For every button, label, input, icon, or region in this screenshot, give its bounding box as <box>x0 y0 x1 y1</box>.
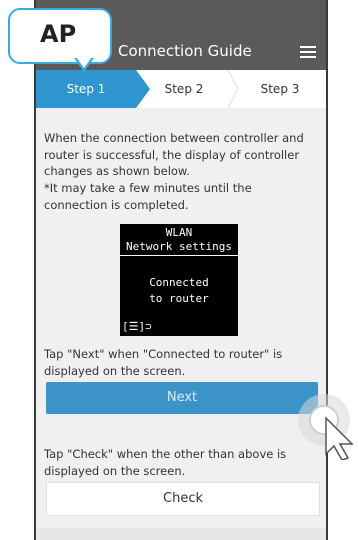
check-button[interactable]: Check <box>46 482 320 516</box>
ap-badge-tail-inner <box>76 57 92 68</box>
instructions: When the connection between controller a… <box>44 130 316 213</box>
step-1: Step 1 <box>36 70 150 108</box>
controller-display: WLAN Network settings Connected to route… <box>120 224 238 336</box>
check-instruction: Tap "Check" when the other than above is… <box>44 447 287 478</box>
app-screen: < Connection Guide Step 1 Step 2 Step 3 … <box>34 0 328 540</box>
step-3-label: Step 3 <box>260 82 300 96</box>
instruction-text: When the connection between controller a… <box>44 131 304 179</box>
step-2-label: Step 2 <box>164 82 204 96</box>
lcd-line-1: WLAN <box>165 226 193 239</box>
lcd-line-4: to router <box>149 292 209 305</box>
step-3: Step 3 <box>232 70 326 108</box>
bottom-bar <box>36 528 326 540</box>
next-button[interactable]: Next <box>46 382 318 414</box>
page-title: Connection Guide <box>118 42 252 60</box>
ap-badge-label: AP <box>40 20 77 48</box>
touch-pointer-icon <box>298 394 354 460</box>
lcd-line-2: Network settings <box>120 240 238 256</box>
ap-badge: AP <box>8 8 112 64</box>
note-text: *It may take a few minutes until the con… <box>44 181 252 212</box>
lcd-line-5: [☰]⊃ <box>122 320 152 333</box>
lcd-line-3: Connected <box>149 276 209 289</box>
next-instruction: Tap "Next" when "Connected to router" is… <box>44 347 283 378</box>
step-indicator: Step 1 Step 2 Step 3 <box>36 70 326 108</box>
hamburger-menu-icon[interactable] <box>300 46 316 58</box>
step-1-label: Step 1 <box>66 82 106 96</box>
step-2: Step 2 <box>136 70 232 108</box>
